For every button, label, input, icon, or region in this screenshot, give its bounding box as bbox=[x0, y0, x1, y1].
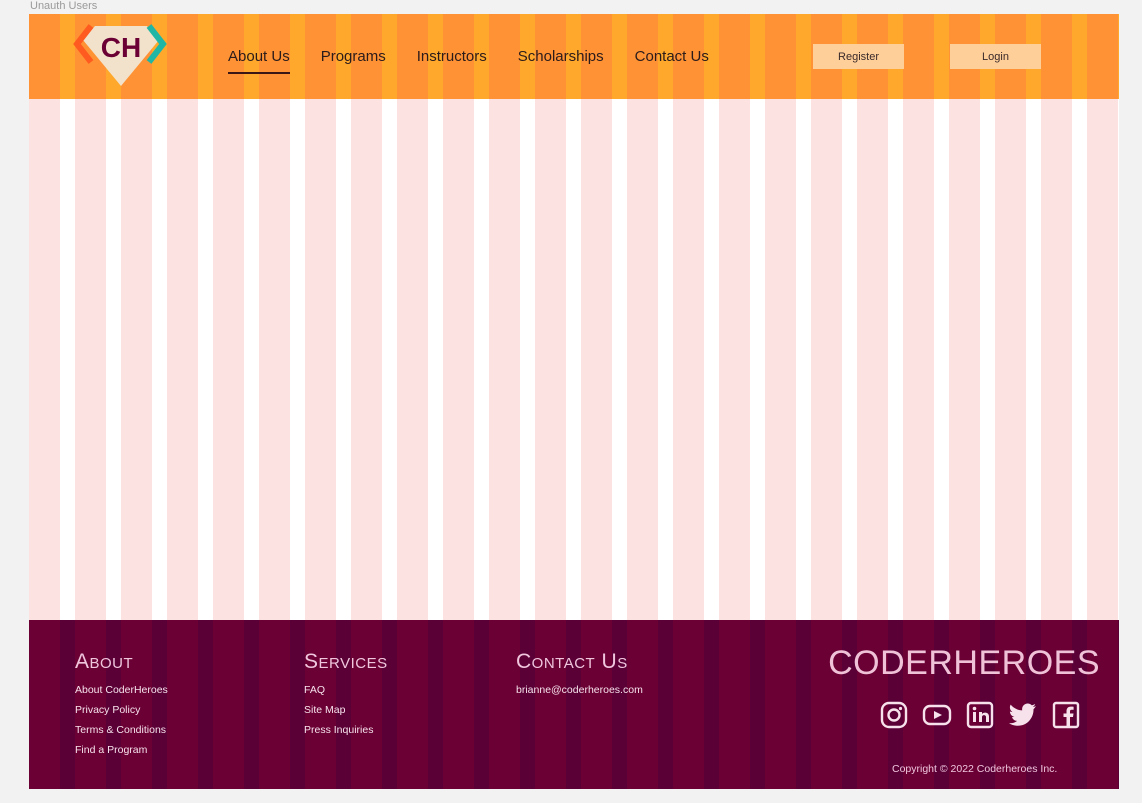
footer-link-site-map[interactable]: Site Map bbox=[304, 704, 388, 716]
login-button[interactable]: Login bbox=[950, 44, 1041, 69]
social-links bbox=[879, 700, 1081, 730]
nav-about-us[interactable]: About Us bbox=[228, 42, 290, 74]
footer-about-column: About About CoderHeroes Privacy Policy T… bbox=[75, 650, 168, 764]
footer-about-heading: About bbox=[75, 650, 134, 673]
nav-programs[interactable]: Programs bbox=[321, 42, 386, 71]
header: CH About Us Programs Instructors Scholar… bbox=[29, 14, 1119, 99]
register-button[interactable]: Register bbox=[813, 44, 904, 69]
main-nav: About Us Programs Instructors Scholarshi… bbox=[228, 14, 740, 99]
layout-grid-overlay bbox=[29, 99, 1119, 620]
footer-link-press[interactable]: Press Inquiries bbox=[304, 724, 388, 736]
footer-contact-column: Contact Us brianne@coderheroes.com bbox=[516, 650, 643, 704]
nav-scholarships[interactable]: Scholarships bbox=[518, 42, 604, 71]
footer-contact-heading: Contact Us bbox=[516, 650, 628, 673]
footer-link-about-coderheroes[interactable]: About CoderHeroes bbox=[75, 684, 168, 696]
footer-contact-email[interactable]: brianne@coderheroes.com bbox=[516, 684, 643, 696]
footer-link-privacy-policy[interactable]: Privacy Policy bbox=[75, 704, 168, 716]
footer-brand-name: CODERHEROES bbox=[828, 644, 1100, 682]
footer-link-find-program[interactable]: Find a Program bbox=[75, 744, 168, 756]
nav-instructors[interactable]: Instructors bbox=[417, 42, 487, 71]
frame-label: Unauth Users bbox=[30, 0, 98, 12]
logo-shield-icon: CH bbox=[73, 24, 167, 86]
twitter-icon[interactable] bbox=[1008, 700, 1038, 730]
facebook-icon[interactable] bbox=[1051, 700, 1081, 730]
instagram-icon[interactable] bbox=[879, 700, 909, 730]
logo-text: CH bbox=[101, 32, 141, 63]
footer-services-heading: Services bbox=[304, 650, 388, 673]
copyright-text: Copyright © 2022 Coderheroes Inc. bbox=[892, 763, 1058, 775]
linkedin-icon[interactable] bbox=[965, 700, 995, 730]
footer-link-terms[interactable]: Terms & Conditions bbox=[75, 724, 168, 736]
footer-services-column: Services FAQ Site Map Press Inquiries bbox=[304, 650, 388, 744]
footer-link-faq[interactable]: FAQ bbox=[304, 684, 388, 696]
youtube-icon[interactable] bbox=[922, 700, 952, 730]
nav-contact-us[interactable]: Contact Us bbox=[635, 42, 709, 71]
footer: About About CoderHeroes Privacy Policy T… bbox=[29, 620, 1119, 789]
logo[interactable]: CH bbox=[73, 24, 169, 88]
page-frame: CH About Us Programs Instructors Scholar… bbox=[29, 14, 1119, 789]
